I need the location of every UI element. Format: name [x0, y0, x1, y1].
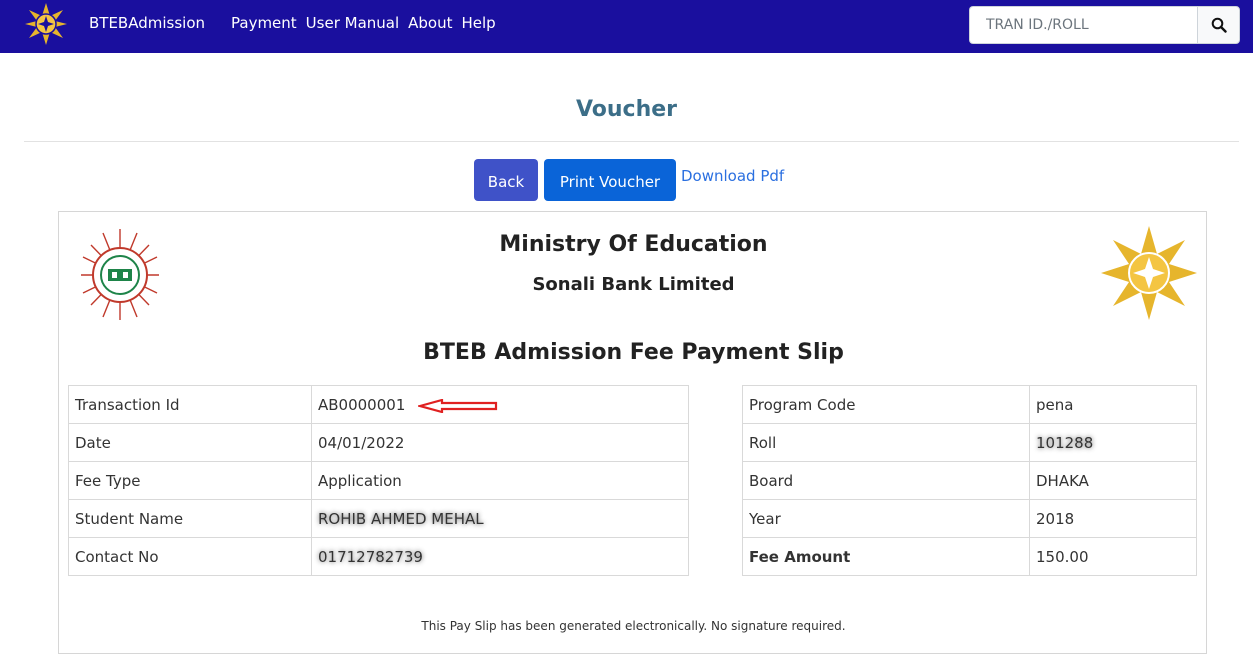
table-row: Contact No 01712782739: [68, 537, 689, 576]
nav-user-manual[interactable]: User Manual: [306, 14, 399, 32]
table-row: Year 2018: [742, 499, 1197, 538]
search-input[interactable]: [969, 6, 1197, 44]
row-value: 101288: [1029, 423, 1197, 462]
download-pdf-link[interactable]: Download Pdf: [681, 167, 784, 185]
divider: [24, 141, 1239, 142]
page-title: Voucher: [575, 97, 678, 122]
back-button[interactable]: Back: [474, 159, 538, 201]
top-navbar: BTEBAdmission Payment User Manual About …: [0, 0, 1253, 53]
search-icon: [1211, 17, 1227, 33]
row-value: 150.00: [1029, 537, 1197, 576]
print-voucher-button[interactable]: Print Voucher: [544, 159, 676, 201]
table-row: Transaction Id AB0000001: [68, 385, 689, 424]
table-row: Roll 101288: [742, 423, 1197, 462]
nav-payment[interactable]: Payment: [231, 14, 297, 32]
row-label: Transaction Id: [68, 385, 312, 424]
table-row: Student Name ROHIB AHMED MEHAL: [68, 499, 689, 538]
electronic-note: This Pay Slip has been generated electro…: [421, 619, 846, 633]
row-value: AB0000001: [311, 385, 689, 424]
table-row: Fee Amount 150.00: [742, 537, 1197, 576]
nav-about[interactable]: About: [408, 14, 452, 32]
table-row: Fee Type Application: [68, 461, 689, 500]
search-group: [969, 6, 1240, 44]
row-label: Fee Amount: [742, 537, 1030, 576]
row-label: Board: [742, 461, 1030, 500]
row-value: 04/01/2022: [311, 423, 689, 462]
row-label: Program Code: [742, 385, 1030, 424]
payment-slip: Ministry Of Education Sonali Bank Limite…: [58, 211, 1207, 654]
ministry-heading: Ministry Of Education: [499, 232, 768, 257]
bteb-logo-icon[interactable]: [24, 2, 68, 46]
row-value: Application: [311, 461, 689, 500]
nav-help[interactable]: Help: [462, 14, 496, 32]
table-row: Program Code pena: [742, 385, 1197, 424]
row-label: Fee Type: [68, 461, 312, 500]
table-row: Board DHAKA: [742, 461, 1197, 500]
row-label: Year: [742, 499, 1030, 538]
nav-brand[interactable]: BTEBAdmission: [89, 14, 205, 32]
row-label: Roll: [742, 423, 1030, 462]
program-table: Program Code pena Roll 101288 Board DHAK…: [742, 385, 1197, 576]
bank-heading: Sonali Bank Limited: [532, 274, 735, 295]
row-value: pena: [1029, 385, 1197, 424]
row-label: Student Name: [68, 499, 312, 538]
row-value: 2018: [1029, 499, 1197, 538]
row-value: 01712782739: [311, 537, 689, 576]
slip-title: BTEB Admission Fee Payment Slip: [423, 340, 844, 365]
row-value: DHAKA: [1029, 461, 1197, 500]
nav-links: Payment User Manual About Help: [231, 14, 496, 32]
row-label: Date: [68, 423, 312, 462]
transaction-table: Transaction Id AB0000001 Date 04/01/2022…: [68, 385, 689, 576]
table-row: Date 04/01/2022: [68, 423, 689, 462]
bteb-logo-icon: [1101, 226, 1197, 320]
red-arrow-annotation-icon: [418, 399, 498, 413]
row-value: ROHIB AHMED MEHAL: [311, 499, 689, 538]
search-button[interactable]: [1197, 6, 1240, 44]
row-label: Contact No: [68, 537, 312, 576]
